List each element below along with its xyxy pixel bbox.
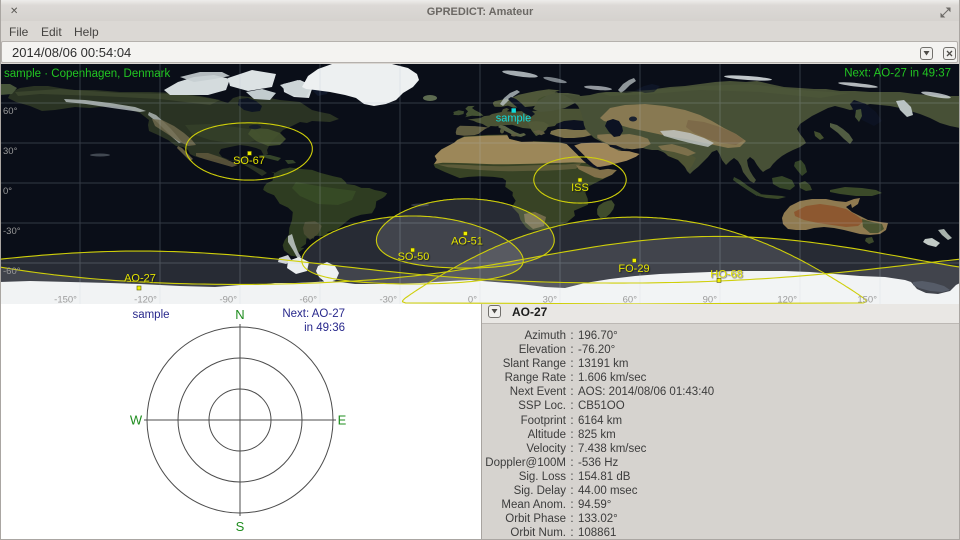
svg-text:90°: 90° [703,295,718,305]
svg-text:sample: sample [496,113,531,125]
svg-text:AO-51: AO-51 [451,236,483,248]
svg-text:0°: 0° [3,186,12,197]
svg-text:30°: 30° [543,295,558,305]
svg-text:in 49:36: in 49:36 [304,322,345,334]
svg-text:-60°: -60° [3,266,21,277]
svg-text:ISS: ISS [571,182,589,194]
svg-text:-30°: -30° [379,295,397,305]
svg-text:N: N [235,307,244,322]
svg-text:HO-68: HO-68 [710,269,742,281]
svg-text:150°: 150° [857,295,877,305]
svg-text:Next: AO-27 in 49:37: Next: AO-27 in 49:37 [844,68,951,80]
svg-text:sample: sample [132,309,169,321]
svg-text:Next: AO-27: Next: AO-27 [282,308,345,320]
svg-text:60°: 60° [623,295,638,305]
svg-text:0°: 0° [468,295,477,305]
svg-text:60°: 60° [3,106,18,117]
svg-text:SO-50: SO-50 [398,251,430,263]
svg-text:W: W [130,413,143,428]
svg-text:AO-27: AO-27 [124,273,156,285]
svg-text:SO-67: SO-67 [233,155,265,167]
svg-text:120°: 120° [777,295,797,305]
svg-text:sample · Copenhagen, Denmark: sample · Copenhagen, Denmark [4,68,170,80]
svg-text:-120°: -120° [134,295,157,305]
svg-text:-30°: -30° [3,226,21,237]
svg-text:-150°: -150° [54,295,77,305]
svg-text:-90°: -90° [219,295,237,305]
svg-text:FO-29: FO-29 [618,263,649,275]
svg-text:S: S [236,519,245,534]
svg-text:E: E [338,413,347,428]
svg-text:30°: 30° [3,146,18,157]
svg-text:-60°: -60° [299,295,317,305]
